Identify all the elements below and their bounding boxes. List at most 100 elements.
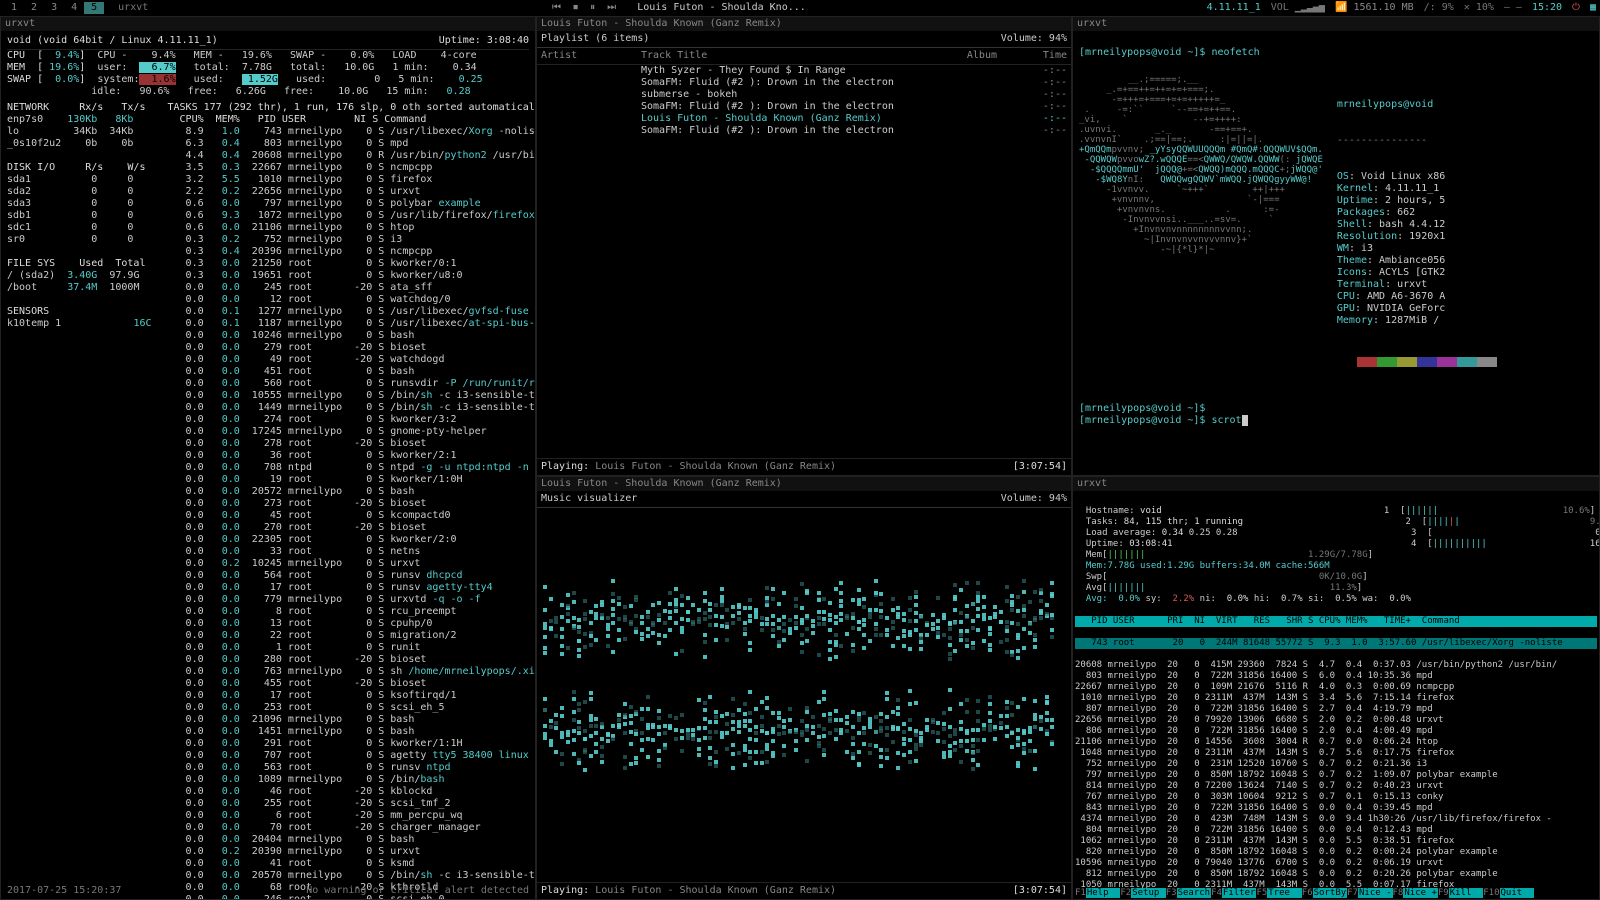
proc-row[interactable]: 0.0 0.0 20570 mrneilypo 0 S /bin/sh -c i… bbox=[168, 870, 536, 882]
htop-row[interactable]: 797 mrneilypo 20 0 850M 18792 16048 S 0.… bbox=[1075, 770, 1597, 781]
playlist-row[interactable]: SomaFM: Fluid (#2 ): Drown in the electr… bbox=[537, 125, 1071, 137]
proc-row[interactable]: 0.0 0.0 763 mrneilypo 0 S sh /home/mrnei… bbox=[168, 666, 536, 678]
proc-row[interactable]: 0.3 0.2 752 mrneilypo 0 S i3 bbox=[168, 234, 536, 246]
proc-row[interactable]: 3.2 5.5 1010 mrneilypo 0 S firefox bbox=[168, 174, 536, 186]
proc-row[interactable]: 0.0 0.0 21096 mrneilypo 0 S bash bbox=[168, 714, 536, 726]
proc-row[interactable]: 0.0 0.0 49 root -20 S watchdogd bbox=[168, 354, 536, 366]
proc-row[interactable]: 0.0 0.0 273 root -20 S bioset bbox=[168, 498, 536, 510]
htop-row[interactable]: 20608 mrneilypo 20 0 415M 29360 7824 S 4… bbox=[1075, 660, 1597, 671]
proc-row[interactable]: 2.2 0.2 22656 mrneilypo 0 S urxvt bbox=[168, 186, 536, 198]
power-icon[interactable]: ⏻ bbox=[1572, 2, 1580, 14]
proc-row[interactable]: 0.0 0.0 253 root 0 S scsi_eh_5 bbox=[168, 702, 536, 714]
htop-row[interactable]: 843 mrneilypo 20 0 722M 31856 16400 S 0.… bbox=[1075, 803, 1597, 814]
proc-row[interactable]: 0.0 0.1 1187 mrneilypo 0 S /usr/libexec/… bbox=[168, 318, 536, 330]
player-stop-icon[interactable]: ⏹ bbox=[570, 2, 581, 13]
proc-row[interactable]: 0.0 0.0 45 root 0 S kcompactd0 bbox=[168, 510, 536, 522]
proc-row[interactable]: 0.3 0.4 20396 mrneilypo 0 S ncmpcpp bbox=[168, 246, 536, 258]
htop-row[interactable]: 1062 mrneilypo 20 0 2311M 437M 143M S 0.… bbox=[1075, 836, 1597, 847]
workspace-5[interactable]: 5 bbox=[84, 2, 104, 14]
proc-row[interactable]: 0.0 0.0 36 root 0 S kworker/2:1 bbox=[168, 450, 536, 462]
proc-row[interactable]: 0.0 0.0 270 root -20 S bioset bbox=[168, 522, 536, 534]
proc-row[interactable]: 0.0 0.0 564 root 0 S runsv dhcpcd bbox=[168, 570, 536, 582]
proc-row[interactable]: 0.0 0.0 451 root 0 S bash bbox=[168, 366, 536, 378]
proc-row[interactable]: 0.0 0.0 19 root 0 S kworker/1:0H bbox=[168, 474, 536, 486]
proc-row[interactable]: 0.0 0.0 41 root 0 S ksmd bbox=[168, 858, 536, 870]
proc-row[interactable]: 0.0 0.0 70 root -20 S charger_manager bbox=[168, 822, 536, 834]
terminal-input[interactable]: [mrneilypops@void ~]$ scrot bbox=[1079, 415, 1242, 426]
htop-row[interactable]: 22656 mrneilypo 20 0 79920 13906 6680 S … bbox=[1075, 715, 1597, 726]
htop-row[interactable]: 1048 mrneilypo 20 0 2311M 437M 143M S 0.… bbox=[1075, 748, 1597, 759]
workspace-2[interactable]: 2 bbox=[24, 2, 44, 14]
playlist-row[interactable]: SomaFM: Fluid (#2 ): Drown in the electr… bbox=[537, 77, 1071, 89]
playlist-row[interactable]: SomaFM: Fluid (#2 ): Drown in the electr… bbox=[537, 101, 1071, 113]
player-next-icon[interactable]: ⏭ bbox=[604, 2, 619, 13]
htop-row[interactable]: 10596 mrneilypo 20 0 79040 13776 6700 S … bbox=[1075, 858, 1597, 869]
proc-row[interactable]: 0.0 0.0 46 root -20 S kblockd bbox=[168, 786, 536, 798]
proc-row[interactable]: 0.0 0.0 22 root 0 S migration/2 bbox=[168, 630, 536, 642]
proc-row[interactable]: 0.0 0.0 17245 mrneilypo 0 S gnome-pty-he… bbox=[168, 426, 536, 438]
playlist-row[interactable]: Louis Futon - Shoulda Known (Ganz Remix)… bbox=[537, 113, 1071, 125]
proc-row[interactable]: 0.0 0.0 274 root 0 S kworker/3:2 bbox=[168, 414, 536, 426]
proc-row[interactable]: 0.6 0.0 797 mrneilypo 0 S polybar exampl… bbox=[168, 198, 536, 210]
htop-row[interactable]: 21106 mrneilypo 20 0 14556 3608 3004 R 0… bbox=[1075, 737, 1597, 748]
workspace-4[interactable]: 4 bbox=[64, 2, 84, 14]
workspace-1[interactable]: 1 bbox=[4, 2, 24, 14]
player-playpause-icon[interactable]: ⏸ bbox=[587, 2, 598, 13]
proc-row[interactable]: 4.4 0.4 20608 mrneilypo 0 R /usr/bin/pyt… bbox=[168, 150, 536, 162]
proc-row[interactable]: 0.0 0.2 20390 mrneilypo 0 S urxvt bbox=[168, 846, 536, 858]
htop-row[interactable]: 812 mrneilypo 20 0 850M 18792 16048 S 0.… bbox=[1075, 869, 1597, 880]
proc-row[interactable]: 0.0 0.0 20572 mrneilypo 0 S bash bbox=[168, 486, 536, 498]
proc-row[interactable]: 0.0 0.0 707 root 0 S agetty tty5 38400 l… bbox=[168, 750, 536, 762]
proc-row[interactable]: 0.0 0.0 13 root 0 S cpuhp/0 bbox=[168, 618, 536, 630]
proc-row[interactable]: 0.0 0.0 1089 mrneilypo 0 S /bin/bash bbox=[168, 774, 536, 786]
proc-row[interactable]: 0.0 0.0 291 root 0 S kworker/1:1H bbox=[168, 738, 536, 750]
htop-selected-row[interactable]: 743 root 20 0 244M 81648 55772 S 9.3 1.0… bbox=[1075, 638, 1597, 649]
proc-row[interactable]: 3.5 0.3 22667 mrneilypo 0 S ncmpcpp bbox=[168, 162, 536, 174]
proc-row[interactable]: 0.0 0.0 278 root -20 S bioset bbox=[168, 438, 536, 450]
proc-row[interactable]: 0.0 0.0 20404 mrneilypo 0 S bash bbox=[168, 834, 536, 846]
htop-row[interactable]: 814 mrneilypo 20 0 72200 13624 7140 S 0.… bbox=[1075, 781, 1597, 792]
playlist-row[interactable]: submerse - bokeh-:-- bbox=[537, 89, 1071, 101]
htop-fkeys[interactable]: F1Help F2Setup F3SearchF4FilterF5Tree F6… bbox=[1073, 888, 1599, 899]
proc-row[interactable]: 0.0 0.0 22305 root 0 S kworker/2:0 bbox=[168, 534, 536, 546]
playlist-row[interactable]: Myth Syzer - They Found $ In Range-:-- bbox=[537, 65, 1071, 77]
proc-row[interactable]: 0.0 0.0 1 root 0 S runit bbox=[168, 642, 536, 654]
proc-row[interactable]: 0.0 0.2 10245 mrneilypo 0 S urxvt bbox=[168, 558, 536, 570]
htop-row[interactable]: 1010 mrneilypo 20 0 2311M 437M 143M S 3.… bbox=[1075, 693, 1597, 704]
proc-row[interactable]: 0.0 0.0 245 root -20 S ata_sff bbox=[168, 282, 536, 294]
player-prev-icon[interactable]: ⏮ bbox=[549, 2, 564, 13]
htop-row[interactable]: 807 mrneilypo 20 0 722M 31856 16400 S 2.… bbox=[1075, 704, 1597, 715]
proc-row[interactable]: 0.0 0.0 779 mrneilypo 0 S urxvtd -q -o -… bbox=[168, 594, 536, 606]
proc-row[interactable]: 0.0 0.0 279 root -20 S bioset bbox=[168, 342, 536, 354]
proc-row[interactable]: 0.6 9.3 1072 mrneilypo 0 S /usr/lib/fire… bbox=[168, 210, 536, 222]
proc-row[interactable]: 0.0 0.0 455 root -20 S bioset bbox=[168, 678, 536, 690]
htop-row[interactable]: 4374 mrneilypo 20 0 423M 748M 143M S 0.0… bbox=[1075, 814, 1597, 825]
proc-row[interactable]: 0.0 0.0 563 root 0 S runsv ntpd bbox=[168, 762, 536, 774]
proc-row[interactable]: 0.0 0.0 1449 mrneilypo 0 S /bin/sh -c i3… bbox=[168, 402, 536, 414]
menu-icon[interactable]: ▦ bbox=[1590, 2, 1596, 14]
proc-row[interactable]: 0.3 0.0 19651 root 0 S kworker/u8:0 bbox=[168, 270, 536, 282]
htop-row[interactable]: 806 mrneilypo 20 0 722M 31856 16400 S 2.… bbox=[1075, 726, 1597, 737]
workspace-3[interactable]: 3 bbox=[44, 2, 64, 14]
htop-row[interactable]: 22667 mrneilypo 20 0 109M 21676 5116 R 4… bbox=[1075, 682, 1597, 693]
htop-row[interactable]: 752 mrneilypo 20 0 231M 12520 10760 S 0.… bbox=[1075, 759, 1597, 770]
proc-row[interactable]: 0.0 0.0 10555 mrneilypo 0 S /bin/sh -c i… bbox=[168, 390, 536, 402]
proc-row[interactable]: 0.0 0.0 33 root 0 S netns bbox=[168, 546, 536, 558]
proc-row[interactable]: 6.3 0.4 803 mrneilypo 0 S mpd bbox=[168, 138, 536, 150]
proc-row[interactable]: 0.0 0.0 6 root -20 S mm_percpu_wq bbox=[168, 810, 536, 822]
htop-row[interactable]: 820 mrneilypo 20 0 850M 18792 16048 S 0.… bbox=[1075, 847, 1597, 858]
proc-row[interactable]: 0.0 0.0 17 root 0 S ksoftirqd/1 bbox=[168, 690, 536, 702]
proc-row[interactable]: 0.0 0.0 17 root 0 S runsv agetty-tty4 bbox=[168, 582, 536, 594]
proc-row[interactable]: 0.0 0.0 8 root 0 S rcu_preempt bbox=[168, 606, 536, 618]
htop-row[interactable]: 803 mrneilypo 20 0 722M 31856 16400 S 6.… bbox=[1075, 671, 1597, 682]
proc-row[interactable]: 0.0 0.0 1451 mrneilypo 0 S bash bbox=[168, 726, 536, 738]
proc-row[interactable]: 0.3 0.0 21250 root 0 S kworker/0:1 bbox=[168, 258, 536, 270]
proc-row[interactable]: 0.0 0.1 1277 mrneilypo 0 S /usr/libexec/… bbox=[168, 306, 536, 318]
proc-row[interactable]: 0.0 0.0 560 root 0 S runsvdir -P /run/ru… bbox=[168, 378, 536, 390]
proc-row[interactable]: 8.9 1.0 743 mrneilypo 0 S /usr/libexec/X… bbox=[168, 126, 536, 138]
proc-row[interactable]: 0.0 0.0 255 root -20 S scsi_tmf_2 bbox=[168, 798, 536, 810]
proc-row[interactable]: 0.6 0.0 21106 mrneilypo 0 S htop bbox=[168, 222, 536, 234]
proc-row[interactable]: 0.0 0.0 10246 mrneilypo 0 S bash bbox=[168, 330, 536, 342]
proc-row[interactable]: 0.0 0.0 708 ntpd 0 S ntpd -g -u ntpd:ntp… bbox=[168, 462, 536, 474]
proc-row[interactable]: 0.0 0.0 12 root 0 S watchdog/0 bbox=[168, 294, 536, 306]
